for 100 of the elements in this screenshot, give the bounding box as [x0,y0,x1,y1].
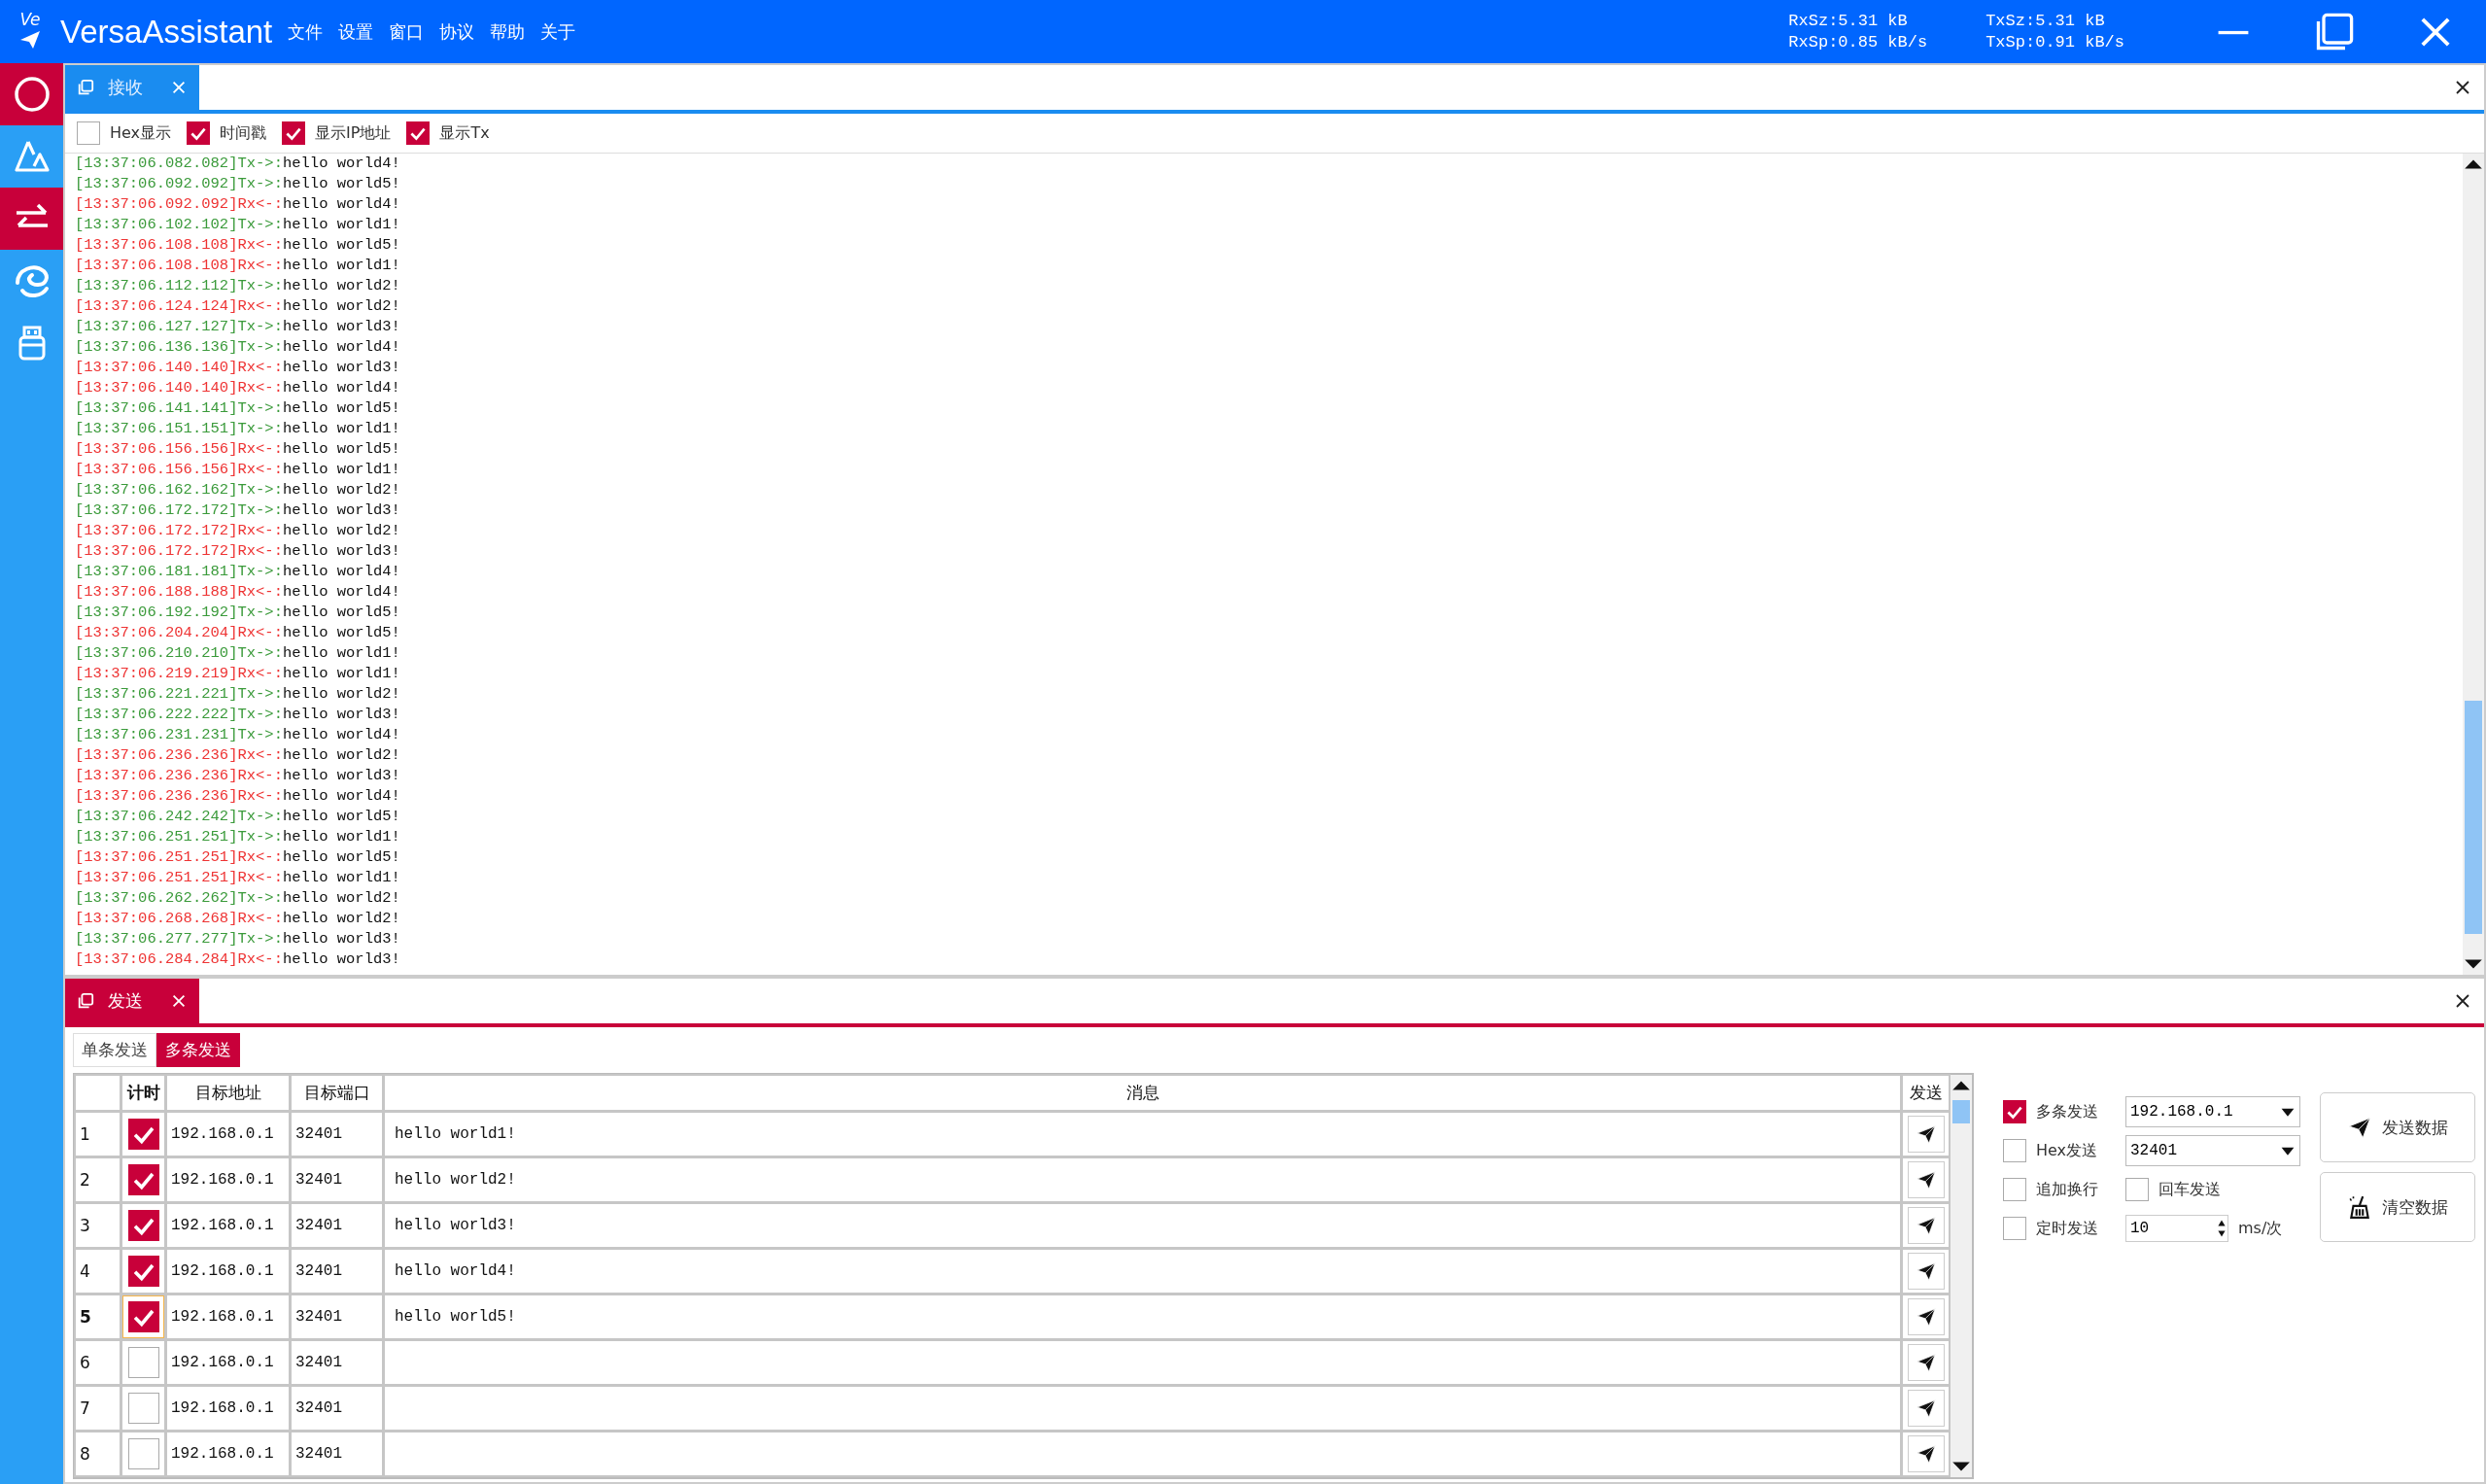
scroll-thumb[interactable] [2465,701,2482,934]
menu-item[interactable]: 关于 [540,19,576,44]
paper-plane-icon [1915,1443,1937,1465]
log-line: [13:37:06.172.172]Rx<-:hello world2! [75,521,400,541]
table-cell: 192.168.0.1 [165,1294,291,1340]
send-row-button[interactable] [1907,1161,1945,1198]
clear-data-button[interactable]: 清空数据 [2320,1172,2475,1242]
send-row-button[interactable] [1907,1116,1945,1153]
paper-plane-icon [1915,1169,1937,1191]
log-line: [13:37:06.284.284]Rx<-:hello world3! [75,949,400,970]
log-line: [13:37:06.204.204]Rx<-:hello world5! [75,623,400,643]
windows-icon [77,992,94,1010]
log-line: [13:37:06.092.092]Tx->:hello world5! [75,174,400,194]
stat-text: RxSp:0.85 kB/s [1788,31,1928,53]
table-cell: 192.168.0.1 [165,1431,291,1477]
table-cell: 32401 [290,1294,384,1340]
log-line: [13:37:06.127.127]Tx->:hello world3! [75,317,400,337]
log-line: [13:37:06.210.210]Tx->:hello world1! [75,643,400,664]
checkbox[interactable] [127,1347,159,1378]
checkbox[interactable] [127,1210,159,1241]
port-dropdown[interactable]: 32401 [2125,1135,2300,1166]
log-line: [13:37:06.108.108]Rx<-:hello world1! [75,256,400,276]
empty-cell[interactable] [383,1431,1902,1477]
address-dropdown[interactable]: 192.168.0.1 [2125,1096,2300,1127]
checkbox[interactable] [127,1438,159,1469]
send-row-button[interactable] [1907,1253,1945,1290]
table-cell: hello world3! [383,1202,1902,1249]
checkbox[interactable] [406,121,431,145]
window-title: VersaAssistant [60,13,273,51]
send-row-button[interactable] [1907,1344,1945,1381]
row-number: 2 [74,1156,121,1203]
checkbox[interactable] [127,1119,159,1150]
checkbox[interactable] [2003,1178,2026,1201]
checkbox-label: Hex发送 [2036,1140,2098,1161]
checkbox[interactable] [187,121,211,145]
checkbox[interactable] [127,1301,159,1332]
table-cell: 32401 [290,1339,384,1386]
log-line: [13:37:06.236.236]Rx<-:hello world3! [75,766,400,786]
log-line: [13:37:06.236.236]Rx<-:hello world4! [75,786,400,807]
checkbox[interactable] [127,1164,159,1195]
log-line: [13:37:06.124.124]Rx<-:hello world2! [75,296,400,317]
menu-item[interactable]: 帮助 [490,19,526,44]
checkbox[interactable] [2003,1139,2026,1162]
log-line: [13:37:06.141.141]Tx->:hello world5! [75,398,400,419]
scroll-thumb[interactable] [1952,1100,1970,1123]
paper-plane-icon [1915,1215,1937,1236]
checkbox-label: 显示IP地址 [315,122,392,144]
row-number: 7 [74,1385,121,1432]
table-cell: hello world4! [383,1248,1902,1294]
table-cell: 32401 [290,1111,384,1157]
paper-plane-icon [1915,1398,1937,1419]
table-cell: 32401 [290,1385,384,1432]
menu-item[interactable]: 文件 [288,19,324,44]
checkbox-label: Hex显示 [110,122,172,144]
scrollbar[interactable] [1951,1075,1972,1477]
stat-text: RxSz:5.31 kB [1788,10,1909,32]
menu-item[interactable]: 设置 [338,19,374,44]
log-line: [13:37:06.108.108]Rx<-:hello world5! [75,235,400,256]
panel-tab[interactable]: 发送 [65,979,199,1023]
log-line: [13:37:06.242.242]Tx->:hello world5! [75,807,400,827]
checkbox[interactable] [2003,1217,2026,1240]
empty-cell[interactable] [383,1385,1902,1432]
scrollbar[interactable] [2463,154,2484,975]
mode-tab[interactable]: 多条发送 [156,1033,240,1067]
send-row-button[interactable] [1907,1390,1945,1427]
checkbox-label: 追加换行 [2036,1179,2098,1200]
log-line: [13:37:06.262.262]Tx->:hello world2! [75,888,400,909]
sidebar-item[interactable] [0,63,63,125]
menu-item[interactable]: 窗口 [389,19,425,44]
mode-tab[interactable]: 单条发送 [73,1033,156,1067]
table-cell: 192.168.0.1 [165,1111,291,1157]
checkbox[interactable] [2003,1100,2026,1123]
empty-cell[interactable] [383,1339,1902,1386]
column-header: 消息 [383,1074,1902,1112]
checkbox[interactable] [127,1256,159,1287]
interval-spinbox[interactable]: 10 [2125,1215,2228,1242]
send-row-button[interactable] [1907,1207,1945,1244]
unit-label: ms/次 [2238,1218,2283,1239]
log-line: [13:37:06.156.156]Rx<-:hello world5! [75,439,400,460]
column-header: 目标地址 [165,1074,291,1112]
send-data-button[interactable]: 发送数据 [2320,1092,2475,1162]
row-number: 4 [74,1248,121,1294]
checkbox[interactable] [77,121,100,145]
checkbox-label: 显示Tx [439,122,490,144]
send-row-button[interactable] [1907,1298,1945,1335]
checkbox[interactable] [2125,1178,2149,1201]
sidebar-item[interactable] [0,188,63,250]
menu-item[interactable]: 协议 [439,19,475,44]
log-line: [13:37:06.102.102]Tx->:hello world1! [75,215,400,235]
checkbox[interactable] [127,1393,159,1424]
table-cell: hello world2! [383,1156,1902,1203]
checkbox[interactable] [282,121,306,145]
table-cell: 192.168.0.1 [165,1156,291,1203]
log-line: [13:37:06.222.222]Tx->:hello world3! [75,705,400,725]
stat-text: TxSz:5.31 kB [1985,10,2106,32]
panel-tab[interactable]: 接收 [65,65,199,110]
send-row-button[interactable] [1907,1435,1945,1472]
log-line: [13:37:06.140.140]Rx<-:hello world3! [75,358,400,378]
paper-plane-icon [1915,1123,1937,1145]
log-line: [13:37:06.151.151]Tx->:hello world1! [75,419,400,439]
